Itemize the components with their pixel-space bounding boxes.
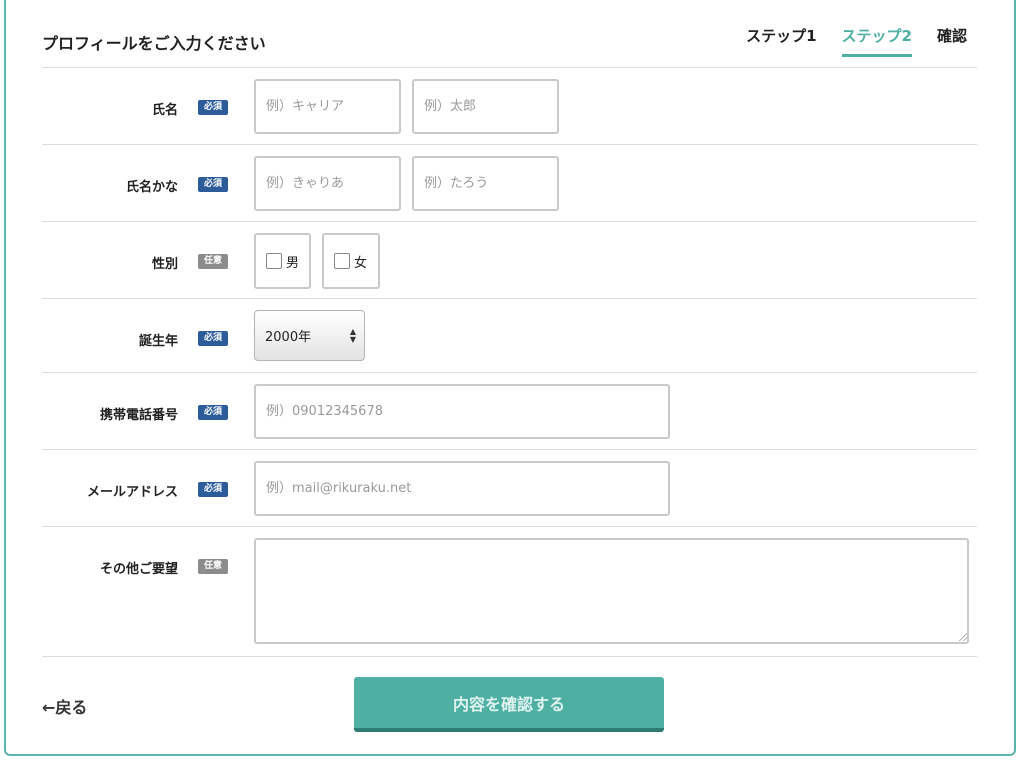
birth-year-select[interactable]: 2000年 ▲ ▼ <box>254 310 365 361</box>
back-link[interactable]: ←戻る <box>42 694 87 718</box>
requests-textarea[interactable] <box>254 538 969 644</box>
row-birth-year: 誕生年 必須 2000年 ▲ ▼ <box>42 299 977 373</box>
step-2-active: ステップ2 <box>841 25 912 57</box>
requests-label: その他ご要望 <box>99 562 178 577</box>
form-header: プロフィールをご入力ください ステップ1 ステップ2 確認 <box>42 0 977 68</box>
required-badge: 必須 <box>198 405 228 420</box>
row-kana: 氏名かな 必須 <box>42 145 977 222</box>
last-name-input[interactable] <box>254 79 401 134</box>
row-phone: 携帯電話番号 必須 <box>42 373 977 450</box>
optional-badge: 任意 <box>198 254 228 269</box>
phone-label: 携帯電話番号 <box>99 408 178 423</box>
gender-female-label: 女 <box>354 255 368 271</box>
row-name: 氏名 必須 <box>42 68 977 145</box>
row-gender: 性別 任意 男 女 <box>42 222 977 299</box>
email-input[interactable] <box>254 461 670 516</box>
checkbox-icon[interactable] <box>266 253 282 269</box>
step-confirm: 確認 <box>936 27 967 45</box>
gender-male-option[interactable]: 男 <box>254 233 311 289</box>
email-label: メールアドレス <box>86 485 178 500</box>
step-1: ステップ1 <box>746 27 817 45</box>
step-indicator: ステップ1 ステップ2 確認 <box>721 25 967 57</box>
first-name-kana-input[interactable] <box>412 156 559 211</box>
row-email: メールアドレス 必須 <box>42 450 977 527</box>
first-name-input[interactable] <box>412 79 559 134</box>
kana-label: 氏名かな <box>125 180 178 195</box>
name-label: 氏名 <box>151 103 178 118</box>
phone-input[interactable] <box>254 384 670 439</box>
required-badge: 必須 <box>198 482 228 497</box>
birth-year-value: 2000年 <box>265 330 312 345</box>
confirm-button[interactable]: 内容を確認する <box>354 677 664 732</box>
required-badge: 必須 <box>198 100 228 115</box>
page-title: プロフィールをご入力ください <box>42 34 266 53</box>
gender-label: 性別 <box>151 257 178 272</box>
optional-badge: 任意 <box>198 559 228 574</box>
row-requests: その他ご要望 任意 <box>42 527 977 657</box>
required-badge: 必須 <box>198 177 228 192</box>
gender-male-label: 男 <box>285 255 299 271</box>
checkbox-icon[interactable] <box>334 253 350 269</box>
select-arrows-icon: ▲ ▼ <box>349 327 356 344</box>
resize-grip-icon[interactable] <box>959 633 967 641</box>
gender-female-option[interactable]: 女 <box>322 233 380 289</box>
required-badge: 必須 <box>198 331 228 346</box>
birth-year-label: 誕生年 <box>138 334 178 349</box>
last-name-kana-input[interactable] <box>254 156 401 211</box>
